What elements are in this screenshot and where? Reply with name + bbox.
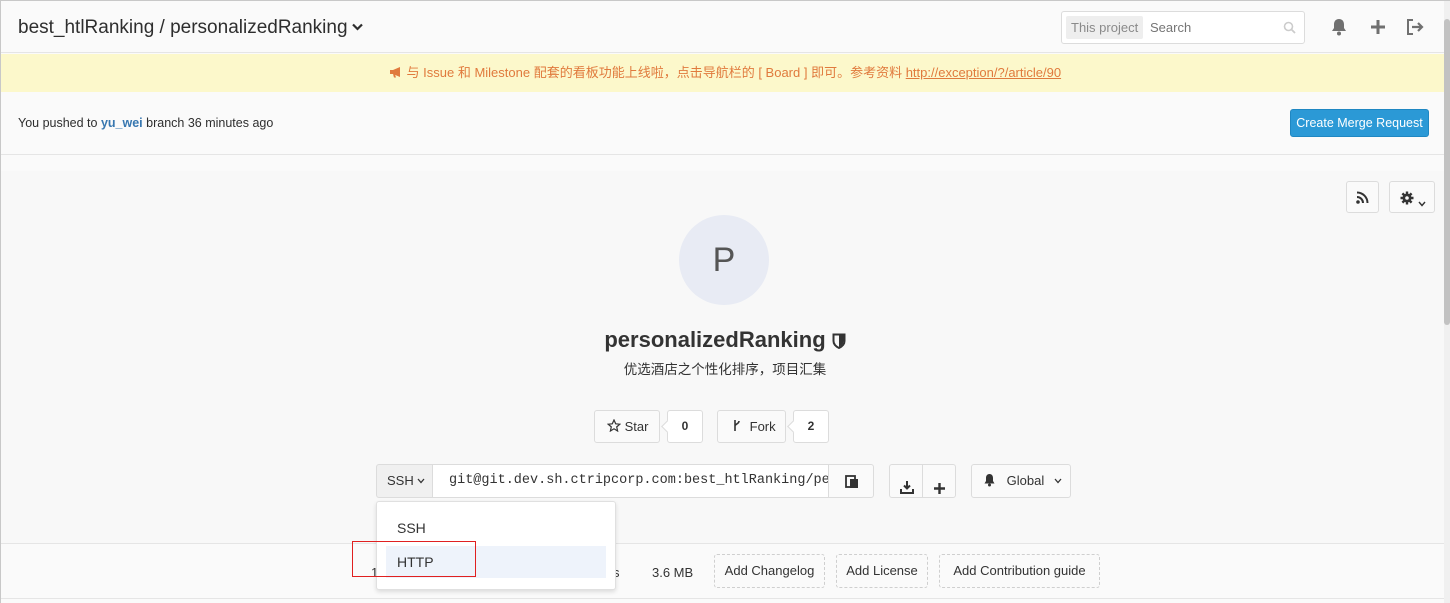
chevron-down-icon: [1054, 473, 1062, 488]
broadcast-banner: 与 Issue 和 Milestone 配套的看板功能上线啦，点击导航栏的 [ …: [1, 54, 1449, 92]
branch-link[interactable]: yu_wei: [101, 116, 143, 130]
fork-button[interactable]: Fork: [717, 410, 786, 443]
search-box[interactable]: This project: [1061, 11, 1305, 44]
page-scrollbar[interactable]: [1444, 1, 1450, 603]
search-scope-badge[interactable]: This project: [1066, 16, 1144, 39]
broadcast-text: 与 Issue 和 Milestone 配套的看板功能上线啦，点击导航栏的 [ …: [406, 65, 903, 80]
copy-url-button[interactable]: [828, 464, 874, 498]
push-suffix: branch 36 minutes ago: [146, 116, 274, 130]
download-icon: [900, 474, 914, 505]
gear-icon: [1400, 191, 1414, 210]
star-label: Star: [624, 419, 649, 434]
create-merge-request-button[interactable]: Create Merge Request: [1290, 109, 1429, 137]
shield-icon: [832, 329, 846, 355]
push-notice-text: You pushed to yu_wei branch 36 minutes a…: [18, 116, 273, 130]
fork-label: Fork: [749, 419, 776, 434]
add-file-button[interactable]: [922, 464, 956, 498]
project-description: 优选酒店之个性化排序，项目汇集: [623, 362, 827, 377]
megaphone-icon: [389, 65, 403, 80]
bell-icon: [983, 473, 996, 488]
clone-url-input[interactable]: git@git.dev.sh.ctripcorp.com:best_htlRan…: [432, 464, 829, 498]
fork-icon: [732, 419, 742, 434]
breadcrumb-title[interactable]: best_htlRanking / personalizedRanking: [18, 17, 348, 38]
search-input[interactable]: [1150, 12, 1280, 43]
rss-button[interactable]: [1346, 181, 1379, 213]
project-breadcrumb[interactable]: best_htlRanking / personalizedRanking: [18, 17, 363, 39]
clipboard-icon: [845, 474, 859, 494]
highlight-annotation-box: [352, 541, 476, 577]
top-header: best_htlRanking / personalizedRanking Th…: [1, 1, 1449, 53]
plus-icon[interactable]: [1368, 17, 1388, 37]
chevron-down-icon: [1418, 194, 1426, 212]
download-button[interactable]: [889, 464, 923, 498]
sign-out-icon[interactable]: [1405, 17, 1425, 37]
repo-size: 3.6 MB: [652, 565, 694, 580]
scrollbar-thumb[interactable]: [1444, 19, 1450, 325]
push-notice: You pushed to yu_wei branch 36 minutes a…: [1, 93, 1449, 155]
notification-level-label: Global: [1006, 473, 1045, 488]
rss-icon: [1356, 191, 1369, 209]
project-settings-button[interactable]: [1389, 181, 1435, 213]
star-button[interactable]: Star: [594, 410, 660, 443]
project-stats-bar: 1 s 3.6 MB Add Changelog Add License Add…: [1, 543, 1449, 599]
broadcast-link[interactable]: http://exception/?/article/90: [906, 65, 1061, 80]
clone-protocol-toggle[interactable]: SSH: [376, 464, 433, 498]
page: best_htlRanking / personalizedRanking Th…: [0, 0, 1450, 603]
clone-url-group: SSH git@git.dev.sh.ctripcorp.com:best_ht…: [376, 464, 874, 498]
add-contribution-guide-button[interactable]: Add Contribution guide: [939, 554, 1100, 588]
add-license-button[interactable]: Add License: [836, 554, 928, 588]
bell-icon[interactable]: [1329, 17, 1349, 37]
project-name: personalizedRanking: [604, 327, 826, 352]
chevron-down-icon: [417, 473, 425, 488]
star-icon: [606, 418, 622, 434]
dropdown-option-ssh[interactable]: SSH: [386, 512, 606, 544]
push-prefix: You pushed to: [18, 116, 98, 130]
notification-level-button[interactable]: Global: [971, 464, 1071, 498]
chevron-down-icon[interactable]: [351, 19, 363, 34]
project-avatar: P: [679, 215, 769, 305]
search-icon: [1283, 21, 1296, 39]
fork-count[interactable]: 2: [793, 410, 829, 443]
star-count[interactable]: 0: [667, 410, 703, 443]
add-changelog-button[interactable]: Add Changelog: [714, 554, 825, 588]
project-home: P personalizedRanking 优选酒店之个性化排序，项目汇集 St…: [1, 171, 1449, 543]
project-title: personalizedRanking: [1, 327, 1449, 355]
plus-icon: [933, 475, 946, 506]
clone-protocol-label: SSH: [387, 473, 414, 488]
